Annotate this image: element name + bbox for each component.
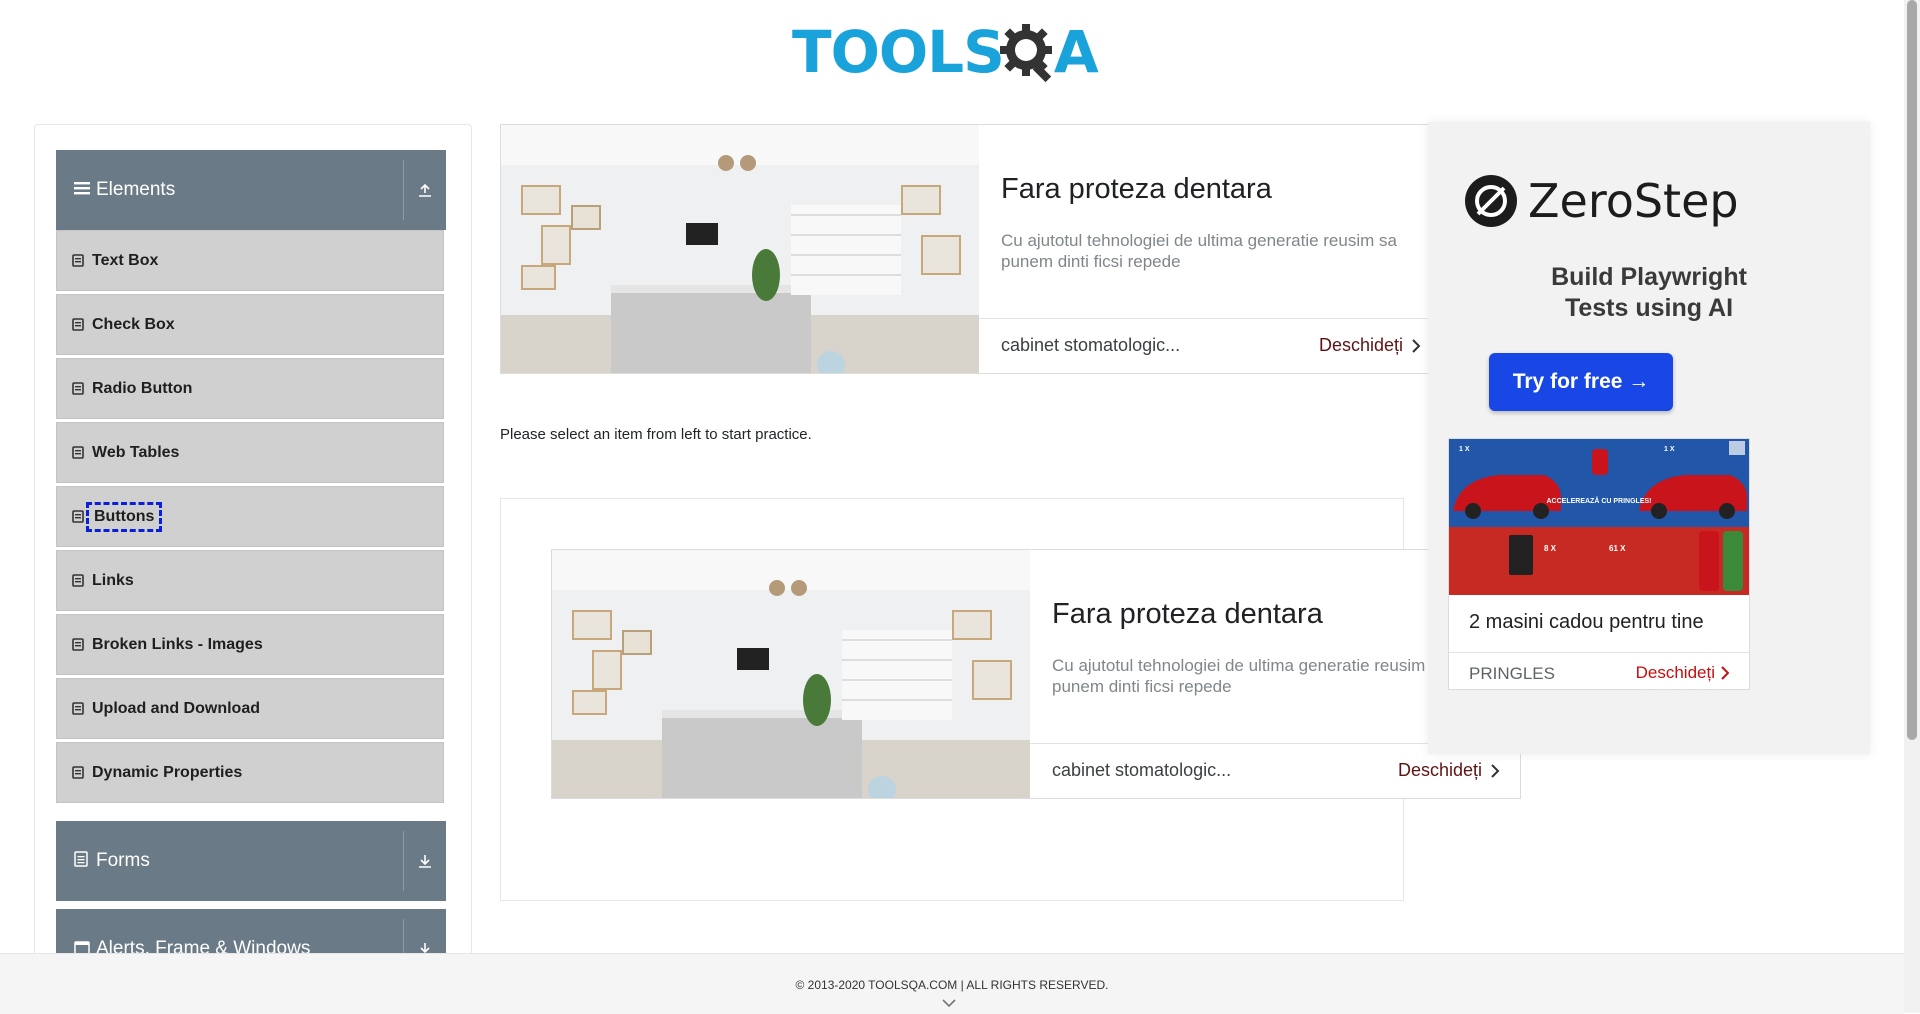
pringles-open-link[interactable]: Deschideți <box>1636 663 1729 683</box>
badge-61x: 61 X <box>1609 544 1626 553</box>
ad-source: cabinet stomatologic... <box>1052 760 1232 780</box>
zerostep-logo[interactable]: ZeroStep <box>1464 174 1739 228</box>
item-icon <box>72 702 84 715</box>
sidebar-item-label: Web Tables <box>92 443 180 461</box>
sidebar-item-label: Buttons <box>85 501 163 532</box>
sidebar-item-buttons[interactable]: Buttons <box>56 486 444 547</box>
group-header-forms[interactable]: Forms <box>56 821 446 901</box>
ad-open-label: Deschideți <box>1318 335 1403 355</box>
item-icon <box>72 574 84 587</box>
item-icon <box>72 382 84 395</box>
zerostep-logo-icon <box>1465 175 1517 227</box>
item-icon <box>72 446 84 459</box>
sidebar-item-dynamic-properties[interactable]: Dynamic Properties <box>56 742 444 803</box>
tagline-line: Tests using AI <box>1564 294 1734 322</box>
sidebar-item-text-box[interactable]: Text Box <box>56 230 444 291</box>
badge-8x: 8 X <box>1544 544 1557 553</box>
sidebar-item-label: Check Box <box>92 315 175 333</box>
sidebar-item-check-box[interactable]: Check Box <box>56 294 444 355</box>
zerostep-tagline: Build Playwright Tests using AI <box>1428 262 1870 324</box>
try-for-free-button[interactable]: Try for free → <box>1489 353 1673 411</box>
hamburger-icon <box>74 180 92 201</box>
item-icon <box>72 254 84 267</box>
ad-description: Cu ajutotul tehnologiei de ultima genera… <box>1052 656 1448 696</box>
banner-slogan: ACCELEREAZĂ CU PRINGLES! <box>1546 496 1651 505</box>
logo-text-a: A <box>1053 18 1099 86</box>
sidebar-item-label: Radio Button <box>92 379 193 397</box>
sidebar-item-label: Upload and Download <box>92 699 260 717</box>
left-panel: Elements Text Box Check Box Radio Button… <box>34 124 472 996</box>
collapse-up-icon[interactable] <box>414 150 436 230</box>
pringles-source: PRINGLES <box>1469 664 1555 683</box>
chevron-down-icon[interactable] <box>941 998 957 1008</box>
ad-photo-dental-office[interactable] <box>552 550 1030 798</box>
item-icon <box>72 510 84 523</box>
copyright-text: © 2013-2020 TOOLSQA.COM | ALL RIGHTS RES… <box>795 978 1109 992</box>
sidebar-item-label: Dynamic Properties <box>92 763 243 781</box>
chevron-right-icon <box>1721 666 1729 680</box>
tagline-line: Build Playwright <box>1551 263 1747 291</box>
native-ad-top[interactable]: Fara proteza dentara Cu ajutotul tehnolo… <box>500 124 1442 374</box>
right-ad-panel: ZeroStep Build Playwright Tests using AI… <box>1428 122 1870 754</box>
zerostep-brand: ZeroStep <box>1528 174 1739 228</box>
sidebar-item-web-tables[interactable]: Web Tables <box>56 422 444 483</box>
group-label: Elements <box>96 179 176 200</box>
ad-open-link[interactable]: Deschideți <box>1398 760 1500 781</box>
pringles-headline[interactable]: 2 masini cadou pentru tine <box>1469 611 1704 634</box>
pringles-ad[interactable]: 1 X 1 X ACCELEREAZĂ CU PRINGLES! 8 X 61 … <box>1448 438 1750 690</box>
ad-source: cabinet stomatologic... <box>1001 335 1181 355</box>
group-label: Forms <box>96 850 150 871</box>
native-ad-bottom[interactable]: Fara proteza dentara Cu ajutotul tehnolo… <box>551 549 1521 799</box>
item-icon <box>72 638 84 651</box>
sidebar-item-label: Links <box>92 571 134 589</box>
pringles-banner-image[interactable]: 1 X 1 X ACCELEREAZĂ CU PRINGLES! 8 X 61 … <box>1449 439 1749 595</box>
item-icon <box>72 318 84 331</box>
sidebar-item-radio-button[interactable]: Radio Button <box>56 358 444 419</box>
ad-title[interactable]: Fara proteza dentara <box>1001 173 1272 206</box>
sidebar-item-upload-and-download[interactable]: Upload and Download <box>56 678 444 739</box>
logo-text-tools: TOOLS <box>792 18 1005 86</box>
footer: © 2013-2020 TOOLSQA.COM | ALL RIGHTS RES… <box>0 953 1904 1014</box>
document-icon <box>74 850 92 872</box>
badge-1x-right: 1 X <box>1664 446 1675 453</box>
gear-magnifier-icon <box>999 24 1052 82</box>
toolsqa-logo[interactable]: TOOLS A <box>792 14 1099 90</box>
ad-title[interactable]: Fara proteza dentara <box>1052 598 1323 631</box>
pringles-open-label: Deschideți <box>1635 663 1715 682</box>
sidebar-item-broken-links-images[interactable]: Broken Links - Images <box>56 614 444 675</box>
sidebar-item-label: Broken Links - Images <box>92 635 263 653</box>
practice-instruction: Please select an item from left to start… <box>500 426 812 443</box>
ad-description: Cu ajutotul tehnologiei de ultima genera… <box>1001 231 1397 271</box>
group-header-elements[interactable]: Elements <box>56 150 446 230</box>
expand-down-icon[interactable] <box>414 821 436 901</box>
chevron-right-icon <box>1491 763 1500 778</box>
divider <box>403 160 404 220</box>
scrollbar-thumb[interactable] <box>1907 0 1917 740</box>
divider <box>1449 652 1749 653</box>
divider <box>403 831 404 891</box>
ad-open-link[interactable]: Deschideți <box>1319 335 1421 356</box>
chevron-right-icon <box>1412 338 1421 353</box>
page-scrollbar[interactable] <box>1904 0 1920 1013</box>
divider <box>979 318 1441 319</box>
sidebar-item-label: Text Box <box>92 251 159 269</box>
sidebar-item-links[interactable]: Links <box>56 550 444 611</box>
item-icon <box>72 766 84 779</box>
ad-open-label: Deschideți <box>1397 760 1482 780</box>
ad-photo-dental-office[interactable] <box>501 125 979 373</box>
badge-1x-left: 1 X <box>1459 446 1470 453</box>
